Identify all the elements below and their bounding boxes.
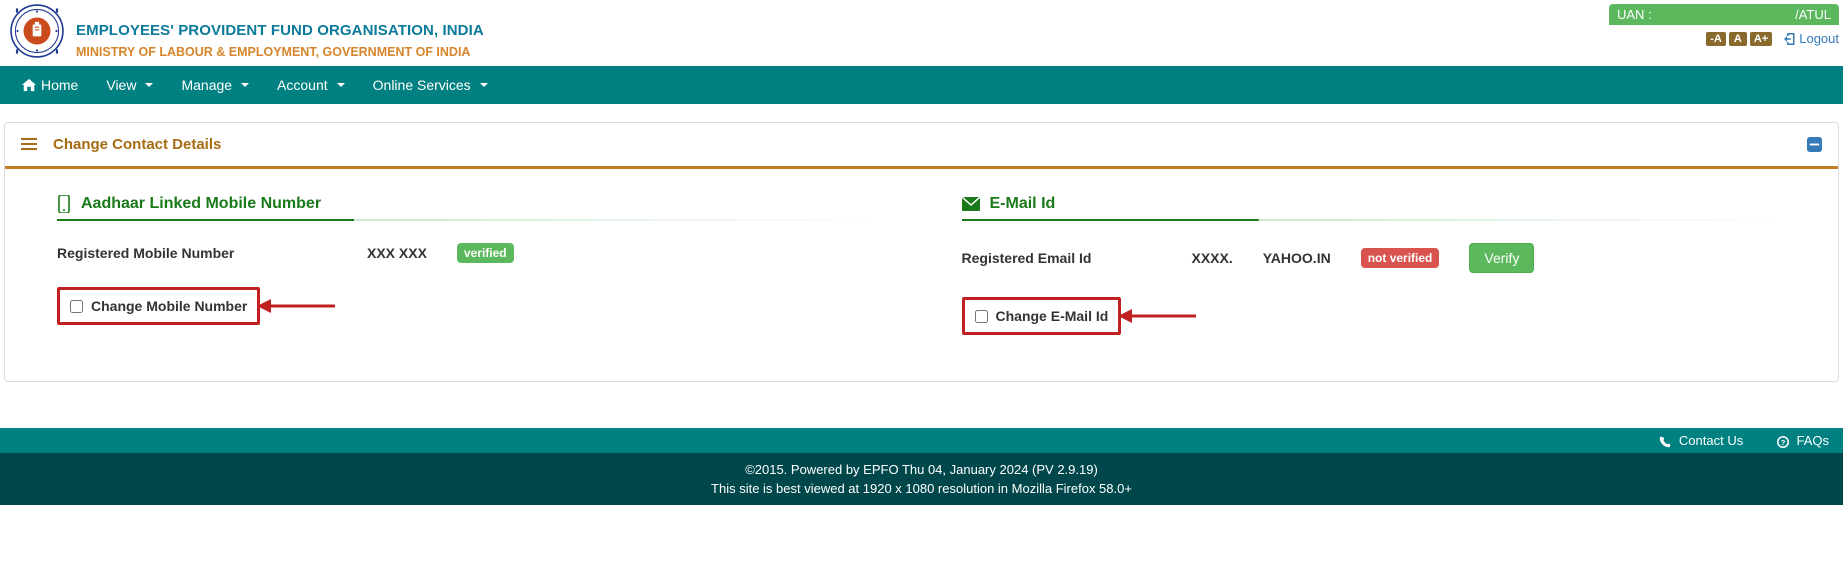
- logout-icon: [1784, 33, 1796, 45]
- panel-collapse-button[interactable]: [1807, 137, 1822, 152]
- header: EMPLOYEES' PROVIDENT FUND ORGANISATION, …: [0, 0, 1843, 66]
- uan-name: /ATUL: [1795, 7, 1831, 22]
- org-titles: EMPLOYEES' PROVIDENT FUND ORGANISATION, …: [76, 4, 484, 59]
- contact-us-link[interactable]: Contact Us: [1659, 433, 1747, 448]
- nav-manage-label: Manage: [181, 77, 232, 93]
- nav-account-label: Account: [277, 77, 328, 93]
- mobile-section-title: Aadhaar Linked Mobile Number: [81, 195, 321, 213]
- nav-view[interactable]: View: [92, 67, 167, 103]
- email-status-badge: not verified: [1361, 248, 1440, 268]
- email-value-local: XXXX.: [1192, 250, 1233, 266]
- email-section: E-Mail Id Registered Email Id XXXX. YAHO…: [962, 195, 1787, 335]
- caret-icon: [145, 83, 153, 87]
- nav-account[interactable]: Account: [263, 67, 359, 103]
- phone-icon: [1659, 436, 1671, 448]
- hamburger-icon: [21, 138, 37, 151]
- email-value-domain: YAHOO.IN: [1263, 250, 1331, 266]
- change-email-checkbox-wrap[interactable]: Change E-Mail Id: [962, 297, 1122, 335]
- caret-icon: [241, 83, 249, 87]
- email-label: Registered Email Id: [962, 250, 1162, 266]
- arrow-annotation-icon: [1118, 305, 1198, 327]
- nav-home[interactable]: Home: [8, 67, 92, 103]
- email-section-title: E-Mail Id: [990, 195, 1056, 213]
- caret-icon: [480, 83, 488, 87]
- mobile-value: XXX XXX: [367, 245, 427, 261]
- faqs-link[interactable]: ? FAQs: [1777, 433, 1829, 448]
- main-nav: Home View Manage Account Online Services: [0, 66, 1843, 104]
- nav-online-services[interactable]: Online Services: [359, 67, 502, 103]
- change-contact-panel: Change Contact Details Aadhaar Linked Mo…: [4, 122, 1839, 382]
- font-decrease-button[interactable]: -A: [1706, 32, 1726, 46]
- verify-email-button[interactable]: Verify: [1469, 243, 1534, 273]
- footer-copyright: ©2015. Powered by EPFO Thu 04, January 2…: [0, 460, 1843, 479]
- email-icon: [962, 197, 980, 211]
- help-icon: ?: [1777, 436, 1789, 448]
- epfo-logo: [10, 4, 64, 58]
- panel-title: Change Contact Details: [53, 136, 221, 153]
- divider: [57, 219, 882, 221]
- org-title: EMPLOYEES' PROVIDENT FUND ORGANISATION, …: [76, 22, 484, 39]
- mobile-label: Registered Mobile Number: [57, 245, 337, 261]
- change-email-label: Change E-Mail Id: [996, 308, 1109, 324]
- logout-label: Logout: [1799, 31, 1839, 46]
- arrow-annotation-icon: [257, 295, 337, 317]
- panel-header: Change Contact Details: [5, 123, 1838, 169]
- footer-links: Contact Us ? FAQs: [0, 428, 1843, 453]
- uan-badge: UAN : /ATUL: [1609, 4, 1839, 25]
- change-email-checkbox[interactable]: [975, 310, 988, 323]
- panel-body: Aadhaar Linked Mobile Number Registered …: [5, 169, 1838, 381]
- nav-home-label: Home: [41, 77, 78, 93]
- header-top-right: UAN : /ATUL -A A A+ Logout: [1609, 4, 1839, 46]
- mobile-status-badge: verified: [457, 243, 514, 263]
- mobile-section: Aadhaar Linked Mobile Number Registered …: [57, 195, 882, 335]
- footer-viewed: This site is best viewed at 1920 x 1080 …: [0, 479, 1843, 498]
- change-mobile-checkbox-wrap[interactable]: Change Mobile Number: [57, 287, 260, 325]
- nav-view-label: View: [106, 77, 136, 93]
- mobile-icon: [57, 195, 71, 213]
- contact-us-label: Contact Us: [1679, 433, 1743, 448]
- divider: [962, 219, 1787, 221]
- footer-info: ©2015. Powered by EPFO Thu 04, January 2…: [0, 453, 1843, 505]
- nav-manage[interactable]: Manage: [167, 67, 263, 103]
- home-icon: [22, 78, 36, 92]
- font-normal-button[interactable]: A: [1729, 32, 1747, 46]
- faqs-label: FAQs: [1796, 433, 1829, 448]
- logout-link[interactable]: Logout: [1784, 31, 1839, 46]
- font-increase-button[interactable]: A+: [1750, 32, 1772, 46]
- nav-online-label: Online Services: [373, 77, 471, 93]
- uan-label: UAN :: [1617, 7, 1795, 22]
- org-subtitle: MINISTRY OF LABOUR & EMPLOYMENT, GOVERNM…: [76, 45, 484, 59]
- caret-icon: [337, 83, 345, 87]
- change-mobile-label: Change Mobile Number: [91, 298, 247, 314]
- change-mobile-checkbox[interactable]: [70, 300, 83, 313]
- svg-text:?: ?: [1781, 438, 1786, 447]
